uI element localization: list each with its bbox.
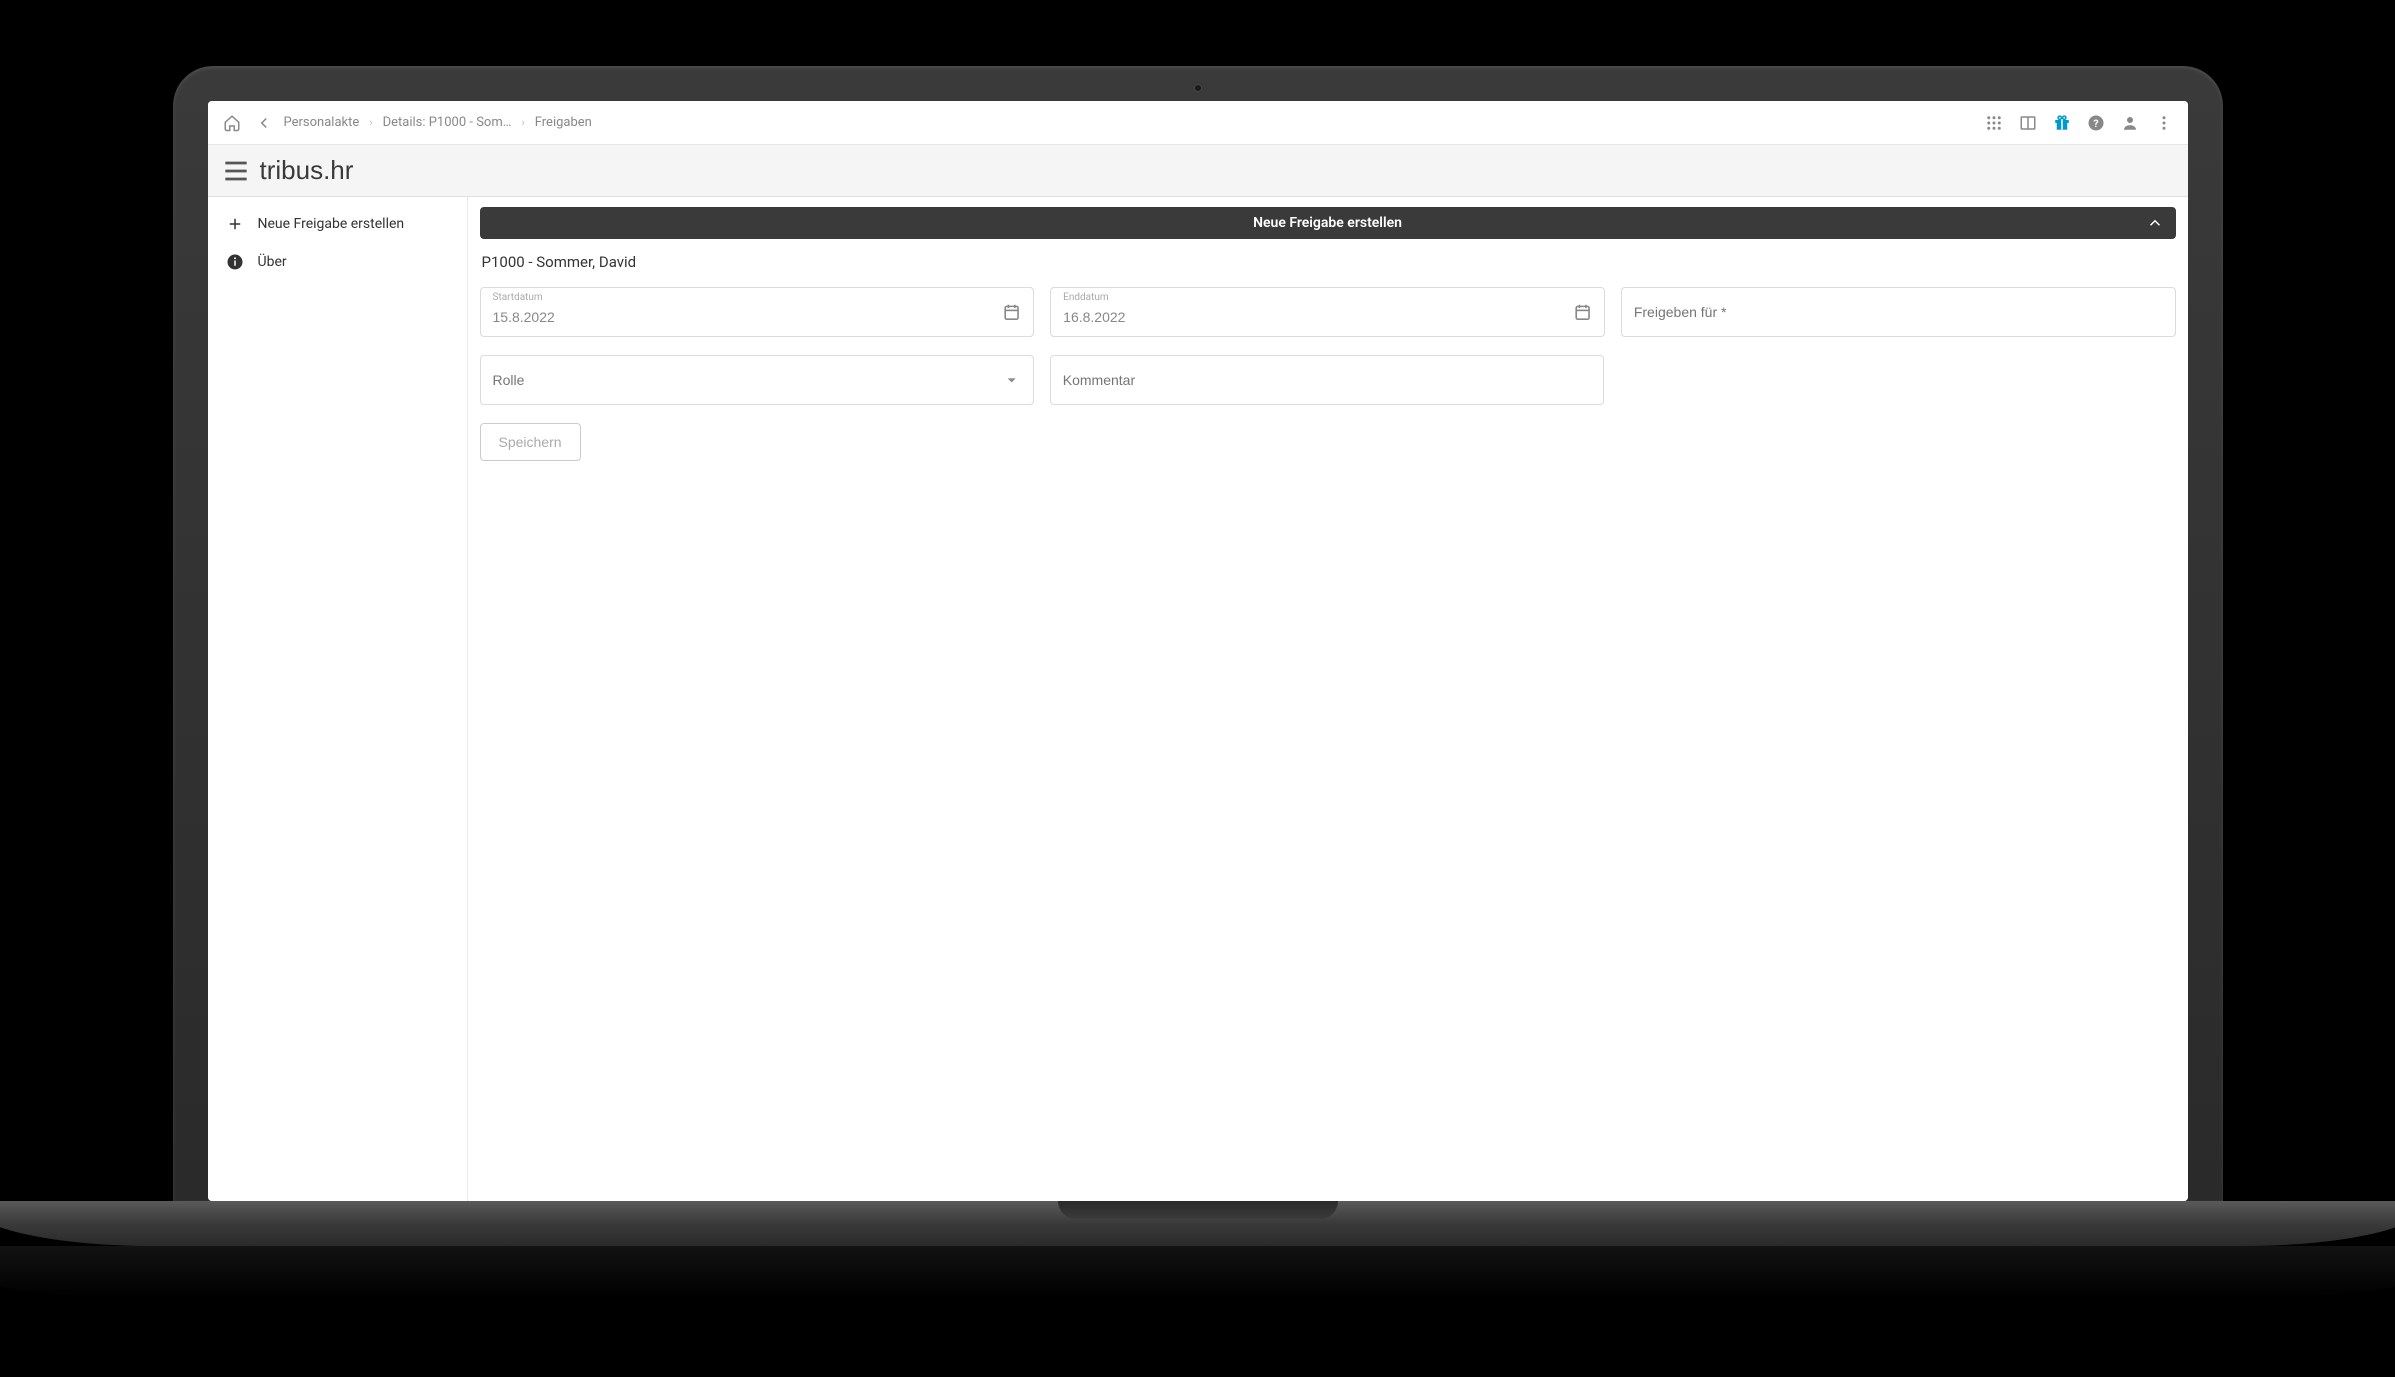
role-field[interactable] [480,355,1034,405]
release-for-input[interactable] [1634,304,2163,320]
release-for-field[interactable] [1621,287,2176,337]
user-icon[interactable] [2118,111,2142,135]
panel-title: Neue Freigabe erstellen [1253,215,1402,231]
crumb-personalakte[interactable]: Personalakte [284,115,360,130]
save-button[interactable]: Speichern [480,423,581,461]
start-date-field[interactable]: Startdatum [480,287,1035,337]
chevron-up-icon [2146,214,2164,232]
comment-field[interactable] [1050,355,1604,405]
sidebar-item-label: Neue Freigabe erstellen [258,216,405,232]
end-date-input[interactable] [1063,299,1572,325]
crumb-details[interactable]: Details: P1000 - Som… [383,115,512,130]
start-date-label: Startdatum [493,292,543,303]
end-date-label: Enddatum [1063,292,1108,303]
layout-icon[interactable] [2016,111,2040,135]
plus-icon [226,215,244,233]
sidebar: Neue Freigabe erstellen Über [208,197,468,1201]
calendar-icon[interactable] [1573,302,1592,322]
apps-grid-icon[interactable] [1982,111,2006,135]
app-screen: Personalakte › Details: P1000 - Som… › F… [208,101,2188,1201]
home-icon[interactable] [220,111,244,135]
role-input[interactable] [493,372,1002,388]
panel-header[interactable]: Neue Freigabe erstellen [480,207,2176,239]
laptop-mockup: Personalakte › Details: P1000 - Som… › F… [173,66,2223,1311]
breadcrumb: Personalakte › Details: P1000 - Som… › F… [284,115,592,130]
topbar: Personalakte › Details: P1000 - Som… › F… [208,101,2188,145]
start-date-input[interactable] [493,299,1002,325]
sidebar-item-about[interactable]: Über [208,243,467,281]
gift-icon[interactable] [2050,111,2074,135]
info-icon [226,253,244,271]
calendar-icon[interactable] [1002,302,1021,322]
more-vert-icon[interactable] [2152,111,2176,135]
sidebar-item-new-release[interactable]: Neue Freigabe erstellen [208,205,467,243]
crumb-freigaben[interactable]: Freigaben [535,115,592,130]
back-icon[interactable] [252,111,276,135]
help-icon[interactable]: ? [2084,111,2108,135]
sidebar-item-label: Über [258,254,287,270]
svg-text:?: ? [2093,116,2098,129]
laptop-base [0,1201,2395,1246]
brand-header: tribus.hr [208,145,2188,197]
record-title: P1000 - Sommer, David [480,239,2176,287]
brand-logo: tribus.hr [260,155,354,186]
laptop-notch [1058,1201,1338,1219]
menu-icon[interactable] [220,155,252,187]
chevron-down-icon [1002,370,1021,390]
end-date-field[interactable]: Enddatum [1050,287,1605,337]
camera-dot [1194,84,1202,92]
comment-input[interactable] [1063,372,1591,388]
laptop-reflection [0,1246,2395,1298]
main-content: Neue Freigabe erstellen P1000 - Sommer, … [468,197,2188,1201]
